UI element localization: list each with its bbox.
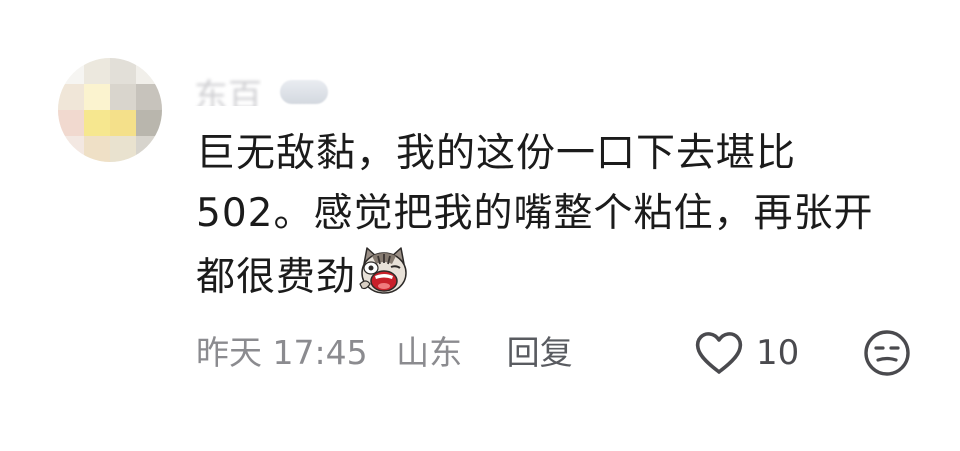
username-text: 东百 — [194, 77, 262, 106]
comment-meta: 昨天 17:45 山东 回复 — [196, 330, 573, 376]
comment-line: 巨无敌黏，我的这份一口下去堪比 — [196, 131, 797, 176]
user-badge — [280, 80, 328, 104]
comment-time: 昨天 17:45 — [196, 333, 368, 372]
heart-outline-icon — [695, 332, 743, 374]
comment-location: 山东 — [396, 333, 463, 372]
avatar[interactable] — [58, 58, 162, 162]
comment-line-text: 都很费劲 — [196, 255, 357, 300]
reply-button[interactable]: 回复 — [507, 330, 573, 376]
unhappy-face-icon[interactable] — [862, 328, 912, 378]
screaming-cat-emoji-icon — [359, 247, 407, 294]
comment-line: 都很费劲 — [196, 244, 916, 304]
username[interactable]: 东百 — [194, 66, 262, 106]
comment-item: 东百 巨无敌黏，我的这份一口下去堪比 502。感觉把我的嘴整个粘住，再张开 都很… — [0, 0, 960, 451]
like-count: 10 — [756, 333, 800, 373]
comment-line: 502。感觉把我的嘴整个粘住，再张开 — [196, 191, 874, 236]
like-button[interactable]: 10 — [694, 328, 799, 378]
comment-text: 巨无敌黏，我的这份一口下去堪比 502。感觉把我的嘴整个粘住，再张开 都很费劲 — [196, 124, 916, 304]
